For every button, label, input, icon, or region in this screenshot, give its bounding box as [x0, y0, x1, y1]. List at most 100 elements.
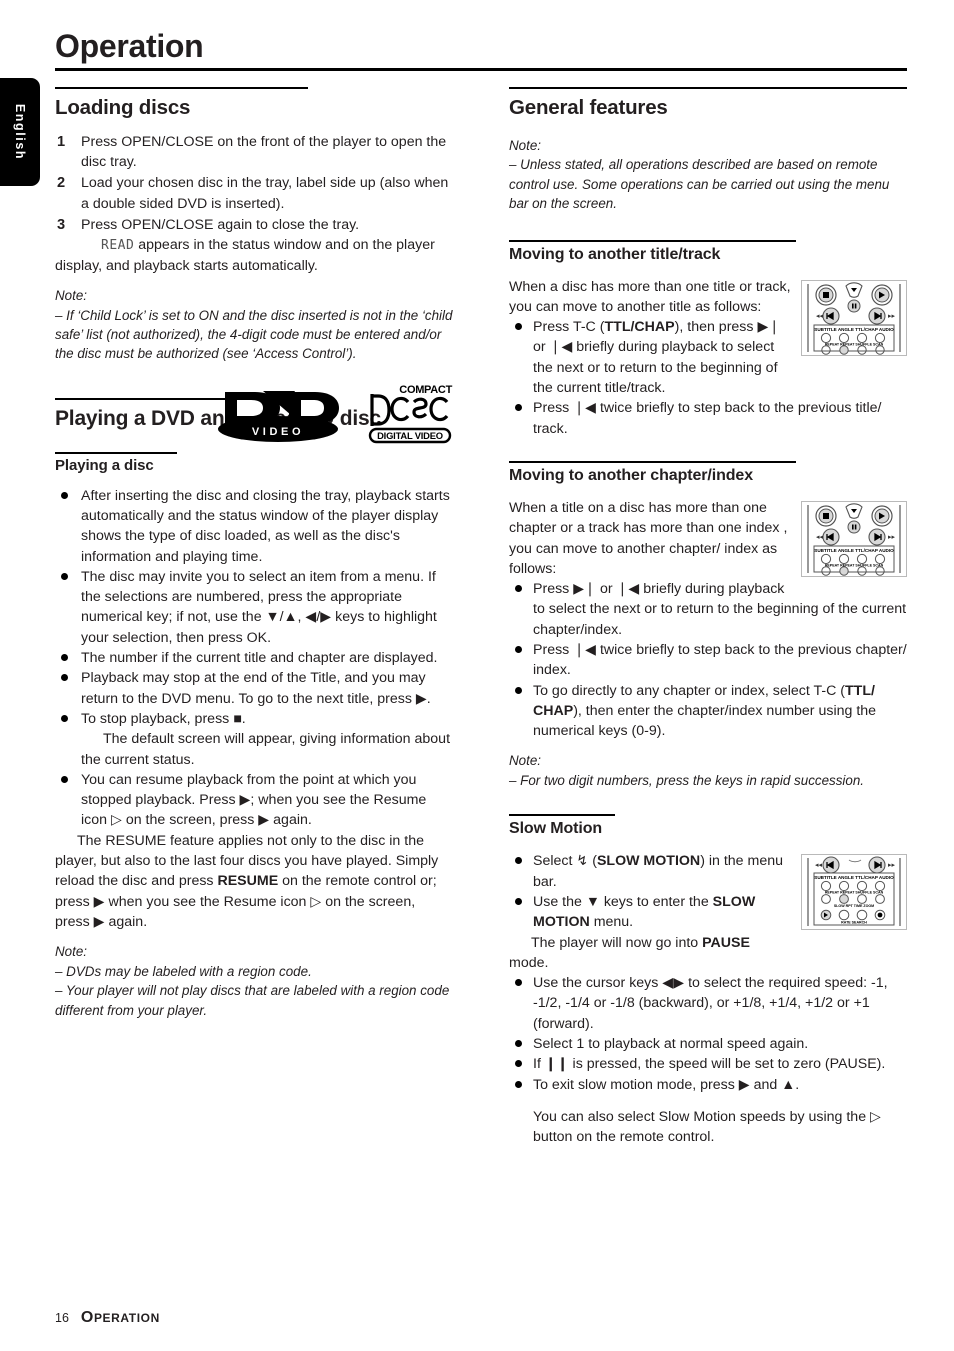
list-item: Press ❘◀ twice briefly to step back to t… — [509, 398, 907, 439]
bullet-dot — [515, 1080, 522, 1088]
bullet-pre: To go directly to any chapter or index, … — [533, 682, 846, 699]
loading-discs-note: Note: – If ‘Child Lock’ is set to ON and… — [55, 286, 453, 364]
bullet-text: After inserting the disc and closing the… — [81, 487, 450, 565]
pause-sub-post: mode. — [509, 954, 549, 971]
playing-dvd-title: Playing a DVD and Video CD disc — [55, 406, 381, 430]
pause-keyword: PAUSE — [702, 934, 750, 951]
resume-keyword: RESUME — [217, 873, 279, 890]
bullet-pre: Select 1 to playback at normal speed aga… — [533, 1036, 809, 1053]
bullet-dot — [61, 491, 68, 499]
bullet-dot — [515, 979, 522, 987]
general-features-note: Note: – Unless stated, all operations de… — [509, 136, 907, 214]
svg-text:COMPACT: COMPACT — [399, 384, 452, 396]
bullet-text: The number if the current title and chap… — [81, 650, 438, 667]
lcd-read-indicator: READ — [101, 238, 135, 254]
note-heading: Note: — [55, 944, 88, 960]
bullet-dot — [515, 1040, 522, 1048]
bullet-dot — [515, 323, 522, 331]
list-item: If ❙❙ is pressed, the speed will be set … — [509, 1054, 907, 1074]
bullet-pre: Select ↯ ( — [533, 853, 597, 870]
list-item: The disc may invite you to select an ite… — [55, 567, 453, 648]
list-item: To go directly to any chapter or index, … — [509, 681, 907, 742]
list-item: Use the cursor keys ◀▶ to select the req… — [509, 973, 907, 1034]
svg-text:REPEAT REPEAT SHUFFLE SC: REPEAT REPEAT SHUFFLE SCAN — [825, 563, 884, 567]
bullet-dot — [515, 1060, 522, 1068]
slow-motion-bullets: Select ↯ (SLOW MOTION) in the menu bar. … — [509, 851, 907, 1095]
list-item: Press ❘◀ twice briefly to step back to t… — [509, 640, 907, 681]
right-column: General features Note: – Unless stated, … — [509, 86, 907, 1148]
note-line: – If ‘Child Lock’ is set to ON and the d… — [55, 307, 453, 362]
bullet-pre: If ❙❙ is pressed, the speed will be set … — [533, 1056, 886, 1073]
moving-title-track-bullets: Press T-C (TTL/CHAP), then press ▶❘ or ❘… — [509, 317, 907, 439]
bullet-pre: Press T-C ( — [533, 319, 605, 336]
playing-dvd-note: Note: – DVDs may be labeled with a regio… — [55, 942, 453, 1020]
bullet-sub-text: The default screen will appear, giving i… — [81, 731, 451, 768]
bullet-dot — [515, 857, 522, 865]
bullet-sub-text: The player will now go into PAUSE mode. — [509, 933, 907, 974]
slow-motion-closing: You can also select Slow Motion speeds b… — [533, 1108, 881, 1146]
footer-chapter-initial: O — [80, 1309, 94, 1326]
bullet-pre: Press ❘◀ twice briefly to step back to t… — [533, 641, 907, 679]
playing-a-disc-bullets: After inserting the disc and closing the… — [55, 486, 453, 933]
note-heading: Note: — [55, 288, 88, 304]
note-line: – Your player will not play discs that a… — [55, 983, 450, 1018]
svg-text:SUBTITLE ANGLE TTL/CHAP AUD: SUBTITLE ANGLE TTL/CHAP AUDIO — [814, 548, 894, 553]
note-heading: Note: — [509, 137, 542, 153]
bullet-dot — [515, 404, 522, 412]
language-tab-label: English — [13, 103, 27, 161]
list-item: 3 Press OPEN/CLOSE again to close the tr… — [55, 215, 453, 276]
step-text: Press OPEN/CLOSE again to close the tray… — [81, 216, 360, 233]
list-item: Press ▶❘ or ❘◀ briefly during playback t… — [509, 579, 907, 640]
playing-a-disc-subtitle: Playing a disc — [55, 456, 154, 474]
footer-chapter-name: OPERATION — [81, 1309, 160, 1327]
bullet-pre: Press ▶❘ or ❘◀ briefly during playback t… — [533, 581, 907, 638]
bullet-pre: To exit slow motion mode, press ▶ and ▲. — [533, 1076, 800, 1093]
moving-chapter-index-body: ◂◂ ▸▸ SUBTITLE ANGLE TTL/CHAP AUDIO REPE… — [509, 498, 907, 790]
svg-text:◂◂: ◂◂ — [816, 534, 824, 541]
bullet-keyword: TTL/CHAP — [604, 319, 675, 336]
bullet-dot — [515, 585, 522, 593]
slow-motion-title: Slow Motion — [509, 820, 603, 838]
bullet-keyword: SLOW MOTION — [596, 853, 701, 870]
step-sub-line: READ appears in the status window and on… — [81, 235, 453, 256]
footer-page-number: 16 — [55, 1311, 69, 1325]
note-heading: Note: — [509, 753, 542, 769]
bullet-dot — [61, 775, 68, 783]
step-sub-text: appears in the status window and on the … — [134, 237, 435, 254]
bullet-pre: Use the ▼ keys to enter the — [533, 893, 713, 910]
bullet-dot — [61, 572, 68, 580]
header-rule — [55, 67, 907, 71]
loading-discs-steps: 1 Press OPEN/CLOSE on the front of the p… — [55, 132, 453, 276]
slow-motion-body: ◂◂ ▸▸ SUBTITLE ANGLE TTL/CHAP AUDIO REPE… — [509, 851, 907, 1147]
step-number: 1 — [57, 133, 66, 150]
bullet-dot — [515, 897, 522, 905]
note-line: – DVDs may be labeled with a region code… — [55, 963, 312, 979]
bullet-dot — [515, 645, 522, 653]
step-text: Press OPEN/CLOSE on the front of the pla… — [81, 133, 447, 171]
bullet-dot — [515, 686, 522, 694]
page-title: Operation — [55, 28, 204, 64]
bullet-dot — [61, 714, 68, 722]
two-column-layout: Loading discs 1 Press OPEN/CLOSE on the … — [55, 86, 907, 1148]
list-item: To stop playback, press ■. The default s… — [55, 709, 453, 770]
bullet-text: To stop playback, press ■. — [81, 710, 246, 727]
footer-chapter-rest: PERATION — [93, 1311, 160, 1325]
general-features-title: General features — [509, 95, 668, 119]
bullet-text: You can resume playback from the point a… — [81, 771, 427, 829]
moving-chapter-index-note: Note: – For two digit numbers, press the… — [509, 751, 907, 790]
bullet-text: Playback may stop at the end of the Titl… — [81, 670, 431, 707]
loading-discs-title: Loading discs — [55, 95, 191, 119]
list-item: Playback may stop at the end of the Titl… — [55, 668, 453, 709]
step-text: Load your chosen disc in the tray, label… — [81, 175, 449, 212]
moving-title-track-title: Moving to another title/track — [509, 245, 721, 263]
step-sub-line-cont: display, and playback starts automatical… — [55, 257, 318, 274]
page-body: Operation Loading discs 1 Press OPEN/CLO… — [55, 0, 907, 1351]
list-item: You can resume playback from the point a… — [55, 770, 453, 932]
bullet-post: ), then enter the chapter/index number u… — [533, 702, 877, 740]
remote-control-transport-keys-image: ◂◂ ▸▸ SUBTITLE ANGLE TTL/CHAP AUDIO REPE… — [801, 500, 907, 577]
bullet-dot — [61, 674, 68, 682]
list-item: Select ↯ (SLOW MOTION) in the menu bar. — [509, 851, 907, 892]
list-item: Press T-C (TTL/CHAP), then press ▶❘ or ❘… — [509, 317, 907, 398]
language-tab: English — [0, 78, 40, 186]
step-number: 2 — [57, 175, 66, 192]
